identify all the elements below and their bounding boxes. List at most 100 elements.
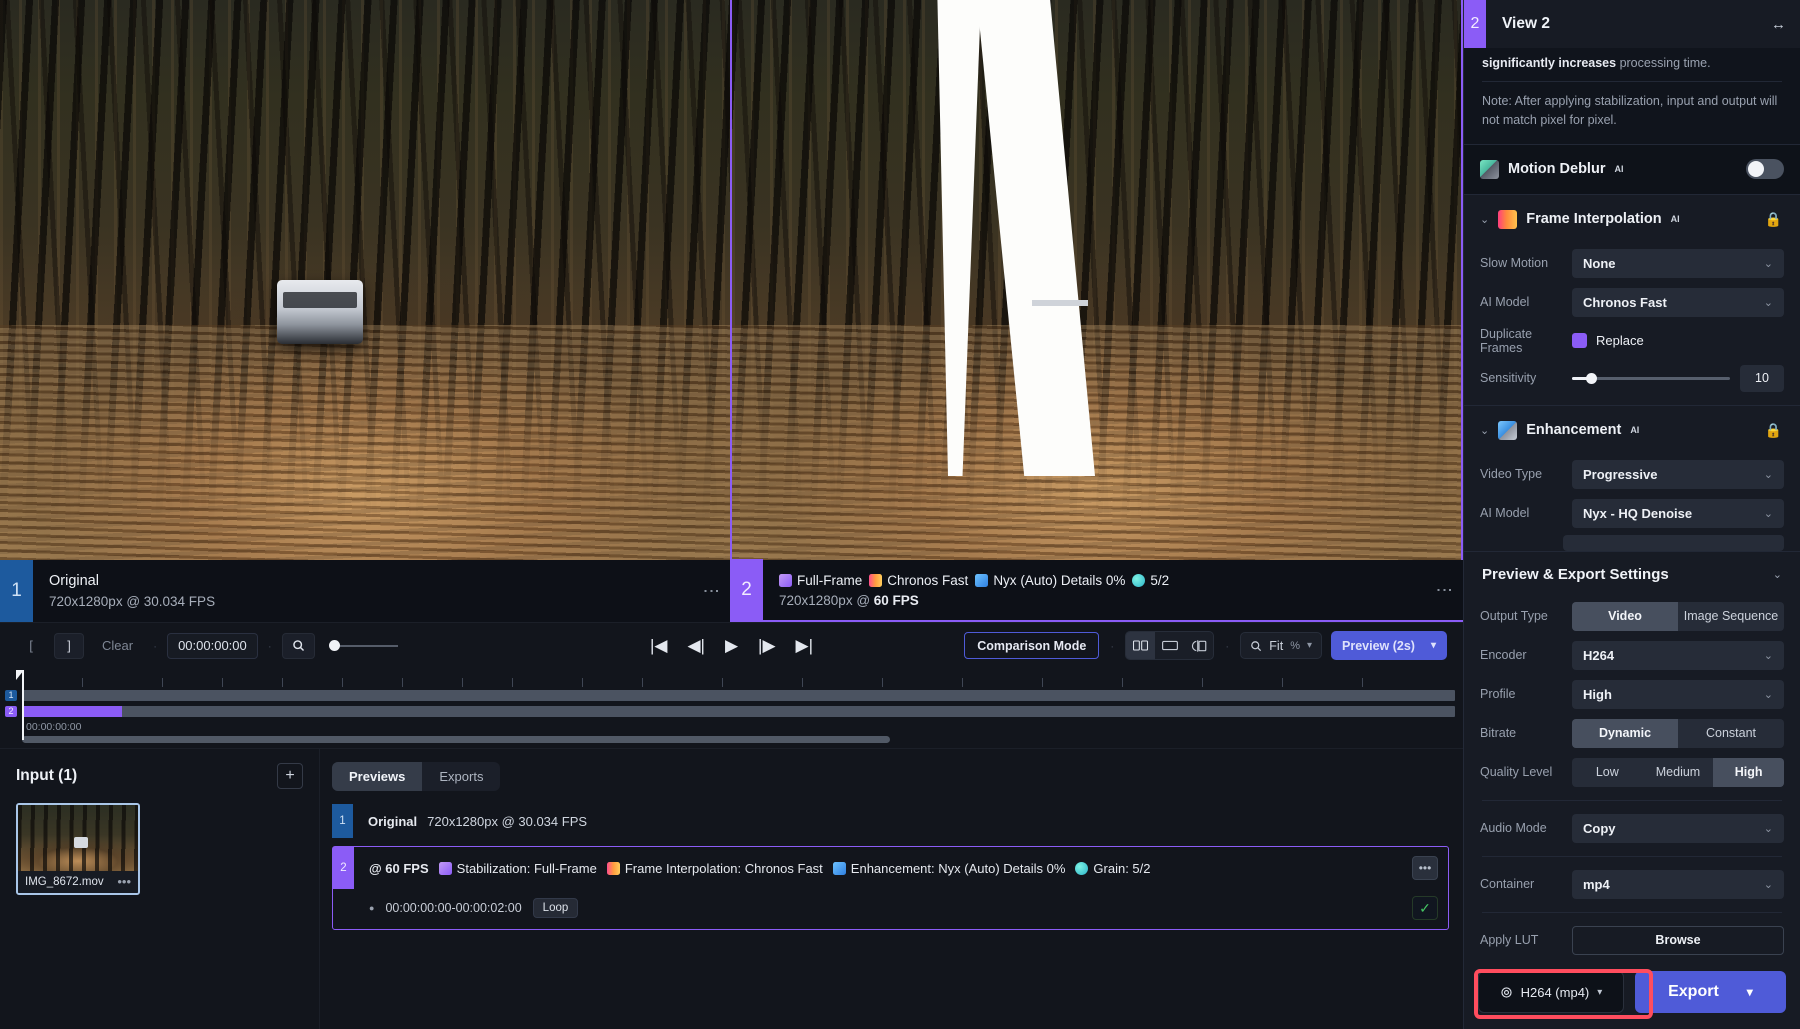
module-motion-deblur[interactable]: Motion Deblur AI — [1464, 144, 1800, 194]
slow-motion-dropdown[interactable]: None⌄ — [1572, 249, 1784, 278]
slider-view-icon[interactable] — [1184, 632, 1213, 659]
purple-square-icon — [779, 574, 792, 587]
preview-row-menu[interactable]: ••• — [1412, 856, 1438, 880]
timeline-playhead[interactable] — [22, 670, 24, 740]
jump-to-end-icon[interactable]: ▶| — [796, 637, 814, 654]
timecode-field[interactable]: 00:00:00:00 — [167, 633, 258, 659]
right-panel-scroll[interactable]: significantly increases processing time.… — [1464, 48, 1800, 955]
sensitivity-slider-knob[interactable] — [1586, 373, 1597, 384]
sensitivity-value[interactable]: 10 — [1740, 365, 1784, 392]
preview-row-original[interactable]: 1 Original 720x1280px @ 30.034 FPS — [332, 804, 1449, 838]
info-title-original: Original — [49, 573, 215, 589]
chevron-down-icon[interactable]: ⌄ — [1480, 213, 1489, 226]
teal-circle-icon — [1132, 574, 1145, 587]
preview-pane-original[interactable] — [0, 0, 730, 560]
field-label: Duplicate Frames — [1480, 327, 1562, 355]
profile-dropdown[interactable]: High⌄ — [1572, 680, 1784, 709]
zoom-slider-track[interactable] — [340, 645, 398, 647]
tab-exports[interactable]: Exports — [422, 762, 500, 791]
preview-confirm-button[interactable]: ✓ — [1412, 896, 1438, 920]
chip-enhancement: Enhancement: Nyx (Auto) Details 0% — [833, 861, 1066, 876]
export-settings-header[interactable]: Preview & Export Settings ⌄ — [1464, 551, 1800, 597]
preview-row-main: 2 @ 60 FPS Stabilization: Full-Frame Fra… — [333, 847, 1448, 889]
export-button[interactable]: Export ▾ — [1635, 971, 1786, 1013]
step-back-icon[interactable]: ◀| — [687, 637, 705, 654]
tab-previews[interactable]: Previews — [332, 762, 422, 791]
module-frame-interpolation[interactable]: ⌄ Frame Interpolation AI 🔒 — [1464, 194, 1800, 244]
single-view-icon[interactable] — [1155, 632, 1184, 659]
encoder-preset-label: H264 (mp4) — [1521, 985, 1590, 1000]
input-file-menu[interactable]: ••• — [117, 878, 131, 886]
search-icon[interactable] — [282, 633, 315, 659]
play-icon[interactable]: ▶ — [725, 637, 738, 654]
timeline-track-2[interactable] — [22, 706, 1455, 717]
preview-row-processed[interactable]: 2 @ 60 FPS Stabilization: Full-Frame Fra… — [332, 846, 1449, 930]
browse-lut-button[interactable]: Browse — [1572, 926, 1784, 955]
field-label: Bitrate — [1480, 726, 1562, 740]
sensitivity-slider-row[interactable]: 10 — [1572, 365, 1784, 392]
module-name: Enhancement — [1526, 422, 1621, 438]
chip-stabilization: Stabilization: Full-Frame — [439, 861, 597, 876]
output-type-video[interactable]: Video — [1572, 602, 1678, 631]
set-in-point-button[interactable]: [ — [16, 633, 46, 659]
chevron-down-icon: ⌄ — [1764, 822, 1773, 835]
set-out-point-button[interactable]: ] — [54, 633, 84, 659]
fit-zoom-control[interactable]: Fit % ▾ — [1240, 632, 1322, 659]
field-value: High — [1583, 687, 1612, 702]
timeline-scrollbar[interactable] — [22, 736, 890, 743]
container-dropdown[interactable]: mp4⌄ — [1572, 870, 1784, 899]
audio-mode-dropdown[interactable]: Copy⌄ — [1572, 814, 1784, 843]
module-enhancement[interactable]: ⌄ Enhancement AI 🔒 — [1464, 405, 1800, 455]
info-menu-original[interactable]: ⋮ — [707, 583, 716, 600]
chevron-down-icon[interactable]: ⌄ — [1480, 424, 1489, 437]
comparison-mode-button[interactable]: Comparison Mode — [964, 632, 1099, 659]
timeline-clip-selection[interactable] — [22, 706, 122, 717]
output-type-image-sequence[interactable]: Image Sequence — [1678, 602, 1784, 631]
overlay-shape-3 — [1032, 300, 1088, 306]
chevron-down-icon[interactable]: ▾ — [1597, 987, 1602, 998]
timeline-track-2-number: 2 — [5, 706, 17, 717]
quality-low[interactable]: Low — [1572, 758, 1643, 787]
quality-high[interactable]: High — [1713, 758, 1784, 787]
preview-pane-processed[interactable] — [730, 0, 1463, 560]
chevron-down-icon[interactable]: ▾ — [1747, 985, 1753, 999]
right-panel-footer: H264 (mp4) ▾ Export ▾ — [1464, 955, 1800, 1029]
stabilization-notes: significantly increases processing time.… — [1464, 48, 1800, 144]
preview-button[interactable]: Preview (2s) ▾ — [1331, 631, 1447, 660]
encoder-dropdown[interactable]: H264⌄ — [1572, 641, 1784, 670]
encoder-preset-button[interactable]: H264 (mp4) ▾ — [1478, 971, 1624, 1013]
input-thumbnail-card[interactable]: IMG_8672.mov ••• — [16, 803, 140, 895]
chevron-down-icon[interactable]: ▾ — [1307, 640, 1312, 651]
add-input-button[interactable]: + — [277, 763, 303, 789]
duplicate-frames-checkbox-row[interactable]: Replace — [1572, 333, 1784, 348]
previews-panel: Previews Exports 1 Original 720x1280px @… — [320, 749, 1463, 1029]
jump-to-start-icon[interactable]: |◀ — [650, 637, 668, 654]
zoom-slider[interactable] — [331, 640, 398, 651]
bitrate-constant[interactable]: Constant — [1678, 719, 1784, 748]
split-view-icon[interactable] — [1126, 632, 1155, 659]
fi-ai-model-dropdown[interactable]: Chronos Fast⌄ — [1572, 288, 1784, 317]
field-apply-lut: Apply LUT Browse — [1464, 921, 1800, 955]
enh-ai-model-dropdown[interactable]: Nyx - HQ Denoise⌄ — [1572, 499, 1784, 528]
zoom-slider-knob[interactable] — [329, 640, 340, 651]
chevron-down-icon[interactable]: ⌄ — [1773, 568, 1782, 581]
checkbox-icon[interactable] — [1572, 333, 1587, 348]
video-type-dropdown[interactable]: Progressive⌄ — [1572, 460, 1784, 489]
chevron-down-icon[interactable]: ▾ — [1431, 640, 1436, 651]
input-panel: Input (1) + IMG_8672.mov ••• — [0, 749, 320, 1029]
clear-button[interactable]: Clear — [92, 633, 143, 659]
sensitivity-slider-track[interactable] — [1572, 377, 1730, 380]
motion-deblur-toggle[interactable] — [1746, 159, 1784, 179]
field-value: mp4 — [1583, 877, 1610, 892]
loop-button[interactable]: Loop — [533, 898, 579, 918]
info-menu-processed[interactable]: ⋮ — [1440, 582, 1449, 599]
quality-medium[interactable]: Medium — [1643, 758, 1714, 787]
field-label: Quality Level — [1480, 765, 1562, 779]
bitrate-dynamic[interactable]: Dynamic — [1572, 719, 1678, 748]
lock-icon[interactable]: 🔒 — [1765, 422, 1782, 439]
lock-icon[interactable]: 🔒 — [1765, 211, 1782, 228]
timeline-track-1[interactable] — [22, 690, 1455, 701]
timeline[interactable]: 1 2 00:00:00:00 — [0, 668, 1463, 748]
step-forward-icon[interactable]: |▶ — [758, 637, 776, 654]
expand-horizontal-icon[interactable]: ↔ — [1771, 16, 1786, 33]
